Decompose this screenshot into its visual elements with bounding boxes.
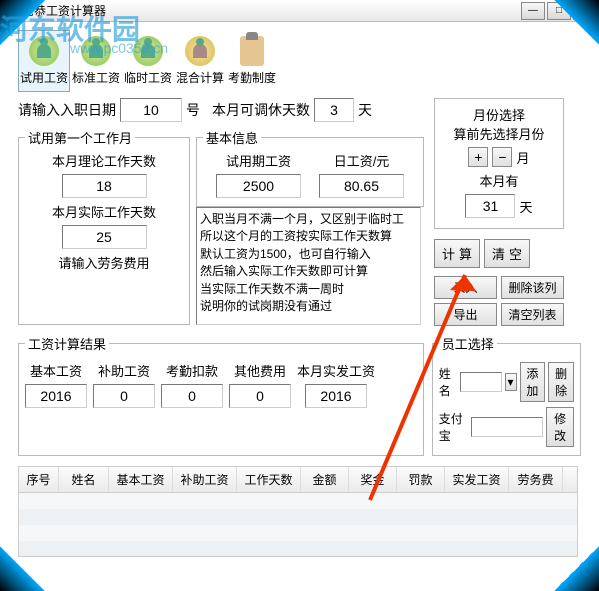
export-button[interactable]: 导出: [434, 303, 497, 326]
maximize-button[interactable]: □: [547, 2, 571, 20]
titlebar: 老恭工资计算器 — □ ✕: [0, 0, 599, 22]
day-suffix: 号: [186, 100, 200, 120]
table-column-header[interactable]: 序号: [19, 467, 59, 492]
table-column-header[interactable]: 罚款: [397, 467, 445, 492]
labor-fee-label: 请输入劳务费用: [58, 253, 149, 272]
result-label: 基本工资: [30, 361, 82, 380]
tab-attendance[interactable]: 考勤制度: [226, 30, 278, 92]
tab-label: 考勤制度: [228, 69, 276, 86]
tab-label: 混合计算: [176, 69, 224, 86]
close-button[interactable]: ✕: [573, 2, 597, 20]
tab-label: 标准工资: [72, 69, 120, 86]
employee-legend: 员工选择: [439, 334, 497, 353]
app-icon: [2, 3, 18, 19]
table-body[interactable]: [18, 493, 578, 557]
delete-col-button[interactable]: 删除该列: [501, 276, 564, 299]
adjust-days-input[interactable]: [314, 98, 354, 122]
tab-temp-salary[interactable]: 临时工资: [122, 30, 174, 92]
delete-button[interactable]: 删除: [548, 362, 574, 402]
table-column-header[interactable]: 劳务费: [509, 467, 563, 492]
dropdown-button[interactable]: ▾: [505, 373, 517, 391]
tab-mixed-calc[interactable]: 混合计算: [174, 30, 226, 92]
person-icon: [29, 36, 59, 66]
info-textarea[interactable]: 入职当月不满一个月，又区别于临时工所以这个月的工资按实际工作天数算默认工资为15…: [196, 207, 421, 325]
result-value[interactable]: [161, 384, 223, 408]
result-value[interactable]: [93, 384, 155, 408]
month-title: 月份选择: [441, 105, 557, 124]
result-label: 本月实发工资: [297, 361, 375, 380]
tab-standard-salary[interactable]: 标准工资: [70, 30, 122, 92]
trial-pay-input[interactable]: [216, 174, 301, 198]
result-value[interactable]: [305, 384, 367, 408]
table-column-header[interactable]: 基本工资: [109, 467, 173, 492]
name-input[interactable]: [460, 372, 502, 392]
clear-list-button[interactable]: 清空列表: [501, 303, 564, 326]
clear-button[interactable]: 清空: [484, 239, 530, 268]
month-prompt: 算前先选择月份: [441, 124, 557, 143]
basic-legend: 基本信息: [203, 128, 261, 147]
toolbar: 试用工资 标准工资 临时工资 混合计算 考勤制度: [18, 30, 581, 92]
minimize-button[interactable]: —: [521, 2, 545, 20]
table-column-header[interactable]: 姓名: [59, 467, 109, 492]
add-button[interactable]: 添加: [520, 362, 546, 402]
result-label: 补助工资: [98, 361, 150, 380]
input-button[interactable]: 录入: [434, 276, 497, 299]
month-days-input[interactable]: [465, 194, 515, 218]
adjust-days-label: 本月可调休天数: [212, 100, 310, 120]
calculate-button[interactable]: 计算: [434, 239, 480, 268]
alipay-input[interactable]: [471, 417, 543, 437]
alipay-label: 支付宝: [439, 410, 469, 444]
month-suffix: 月: [516, 148, 529, 167]
person-icon: [133, 36, 163, 66]
month-plus-button[interactable]: +: [468, 147, 488, 167]
theory-days-label: 本月理论工作天数: [52, 151, 156, 170]
table-column-header[interactable]: 实发工资: [445, 467, 509, 492]
result-group: 工资计算结果 基本工资 补助工资 考勤扣款 其他费用 本月实发工资: [18, 334, 424, 456]
app-title: 老恭工资计算器: [22, 2, 521, 19]
days-suffix: 天: [519, 197, 532, 216]
result-label: 考勤扣款: [166, 361, 218, 380]
result-value[interactable]: [25, 384, 87, 408]
tab-label: 临时工资: [124, 69, 172, 86]
employee-group: 员工选择 姓名 ▾ 添加 删除 支付宝 修改: [432, 334, 581, 456]
result-label: 其他费用: [234, 361, 286, 380]
theory-days-input[interactable]: [62, 174, 147, 198]
table-header: 序号姓名基本工资补助工资工作天数金额奖金罚款实发工资劳务费: [18, 466, 578, 493]
month-has-label: 本月有: [441, 171, 557, 190]
trial-month-group: 试用第一个工作月 本月理论工作天数 本月实际工作天数 请输入劳务费用: [18, 128, 190, 325]
day-pay-label: 日工资/元: [334, 151, 390, 170]
actual-days-input[interactable]: [62, 225, 147, 249]
person-icon: [185, 36, 215, 66]
table-column-header[interactable]: 金额: [301, 467, 349, 492]
hire-date-label: 请输入入职日期: [18, 100, 116, 120]
basic-info-group: 基本信息 试用期工资 日工资/元: [196, 128, 424, 207]
name-label: 姓名: [439, 365, 457, 399]
trial-legend: 试用第一个工作月: [25, 128, 135, 147]
day-pay-input[interactable]: [319, 174, 404, 198]
person-icon: [81, 36, 111, 66]
tab-label: 试用工资: [20, 69, 68, 86]
actual-days-label: 本月实际工作天数: [52, 202, 156, 221]
result-legend: 工资计算结果: [25, 334, 109, 353]
clipboard-icon: [240, 36, 264, 66]
table-column-header[interactable]: 奖金: [349, 467, 397, 492]
trial-pay-label: 试用期工资: [226, 151, 291, 170]
hire-day-input[interactable]: [120, 98, 182, 122]
result-value[interactable]: [229, 384, 291, 408]
table-column-header[interactable]: 工作天数: [237, 467, 301, 492]
table-column-header[interactable]: 补助工资: [173, 467, 237, 492]
modify-button[interactable]: 修改: [546, 407, 574, 447]
days-suffix: 天: [358, 100, 372, 120]
tab-trial-salary[interactable]: 试用工资: [18, 30, 70, 92]
month-minus-button[interactable]: −: [492, 147, 512, 167]
month-select-group: 月份选择 算前先选择月份 + − 月 本月有 天: [434, 98, 564, 229]
